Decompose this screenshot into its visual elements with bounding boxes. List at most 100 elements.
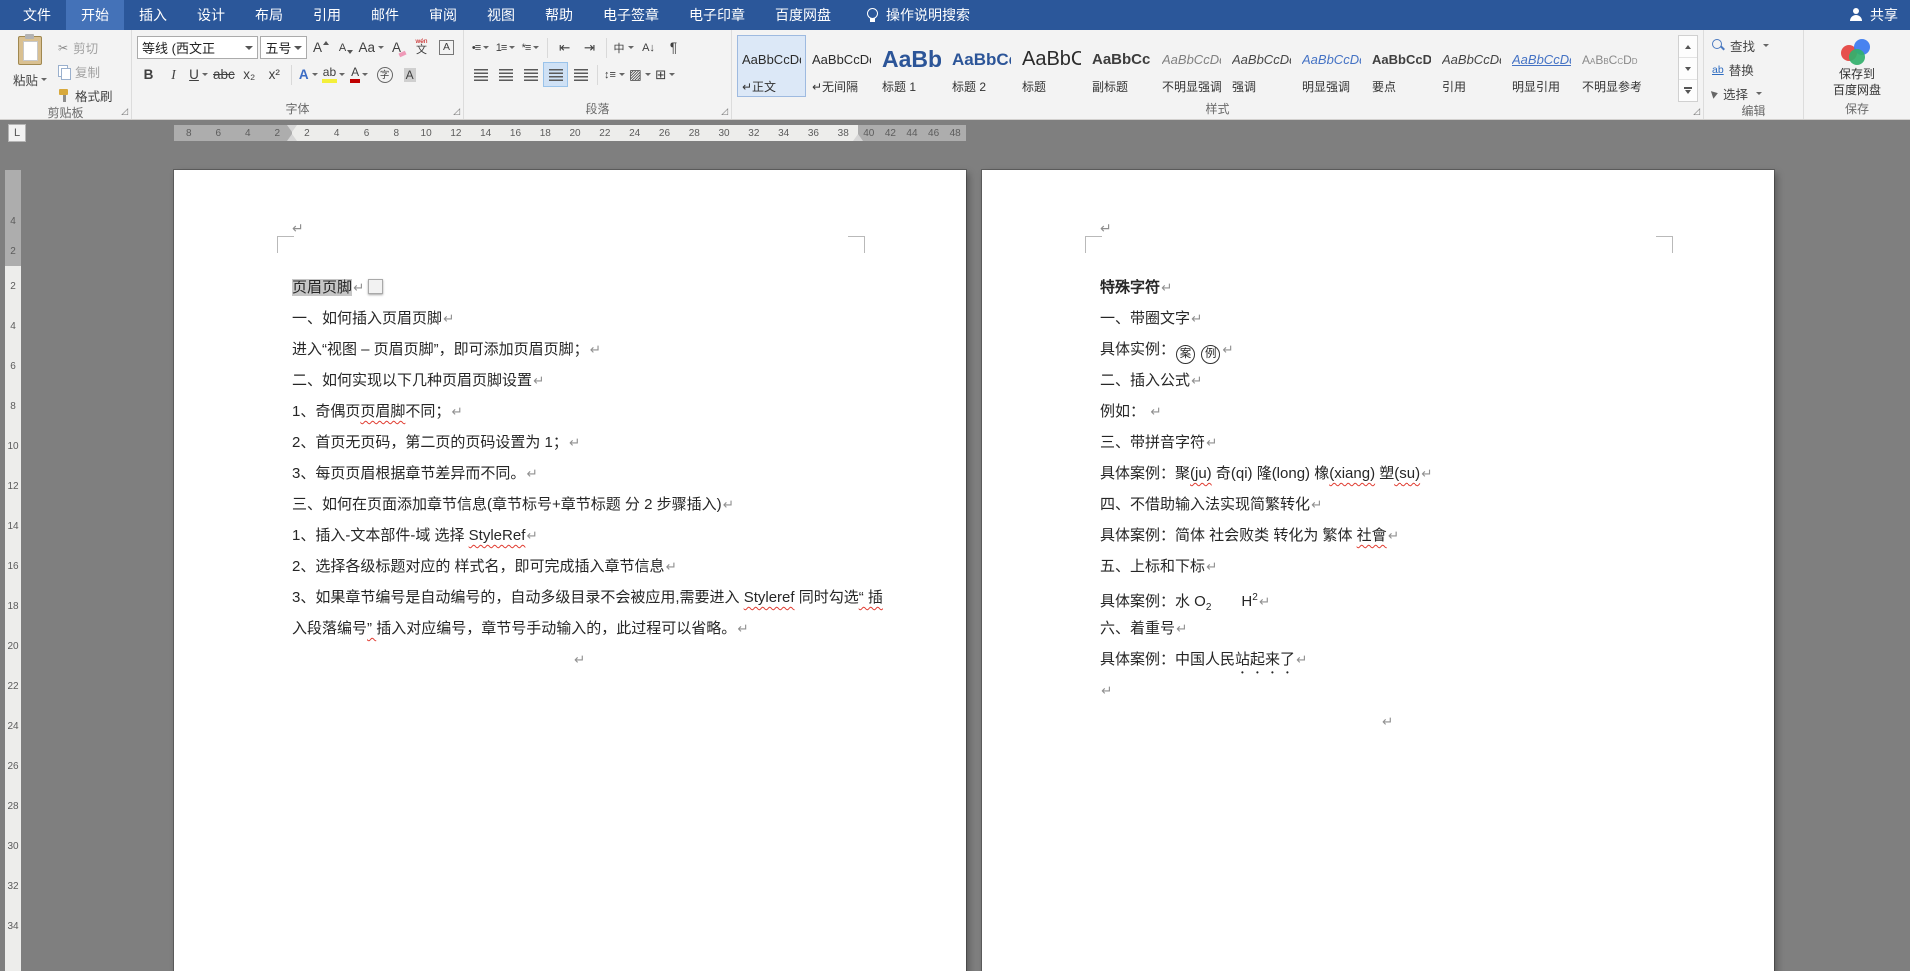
strikethrough-button[interactable]: abc (212, 63, 236, 86)
shrink-font-button[interactable]: A (334, 36, 357, 59)
doc-line[interactable]: 1、奇偶页页眉脚不同；↵ (292, 396, 866, 427)
gallery-scroll-up-button[interactable] (1679, 36, 1697, 58)
grow-font-button[interactable]: A (309, 36, 332, 59)
tab-stop-selector[interactable]: L (8, 124, 26, 142)
horizontal-ruler[interactable]: 8642 2468101214161820222426283032343638 … (174, 125, 966, 141)
ribbon-tab-5[interactable]: 布局 (240, 0, 298, 30)
styles-dialog-launcher[interactable]: ◿ (1693, 107, 1700, 116)
enclose-characters-button[interactable]: 字 (373, 63, 396, 86)
hanging-indent-marker[interactable] (287, 134, 297, 141)
doc-line[interactable]: 3、每页页眉根据章节差异而不同。↵ (292, 458, 866, 489)
doc-line[interactable]: 特殊字符↵ (1100, 272, 1674, 303)
doc-line[interactable]: 1、插入-文本部件-域 选择 StyleRef↵ (292, 520, 866, 551)
justify-button[interactable] (544, 63, 567, 86)
paragraph-dialog-launcher[interactable]: ◿ (721, 107, 728, 116)
replace-button[interactable]: ab替换 (1709, 59, 1798, 80)
doc-line[interactable]: 三、如何在页面添加章节信息(章节标号+章节标题 分 2 步骤插入)↵ (292, 489, 866, 520)
ribbon-tab-4[interactable]: 设计 (182, 0, 240, 30)
doc-line[interactable]: 具体案例：中国人民站起来了↵ (1100, 644, 1674, 675)
font-dialog-launcher[interactable]: ◿ (453, 107, 460, 116)
text-effects-button[interactable]: A (297, 63, 320, 86)
format-painter-button[interactable]: 格式刷 (55, 85, 116, 106)
page-2[interactable]: ↵ 特殊字符↵一、带圈文字↵具体实例：案 例↵二、插入公式↵例如： ↵三、带拼音… (982, 170, 1774, 971)
ribbon-tab-8[interactable]: 审阅 (414, 0, 472, 30)
doc-line[interactable]: ↵ (1100, 706, 1674, 737)
style-tile-subtitle[interactable]: AaBbCcDd副标题 (1087, 35, 1156, 97)
doc-line[interactable]: 六、着重号↵ (1100, 613, 1674, 644)
doc-line[interactable]: 具体案例：简体 社会败类 转化为 繁体 社會↵ (1100, 520, 1674, 551)
underline-button[interactable]: U (187, 63, 210, 86)
style-tile-h2[interactable]: AaBbCcDd标题 2 (947, 35, 1016, 97)
style-tile-em[interactable]: AaBbCcDd强调 (1227, 35, 1296, 97)
clear-formatting-button[interactable]: A (385, 36, 408, 59)
tell-me-search[interactable]: 操作说明搜索 (866, 0, 970, 30)
doc-line[interactable]: 一、如何插入页眉页脚↵ (292, 303, 866, 334)
first-line-indent-marker[interactable] (287, 125, 297, 132)
asian-layout-button[interactable]: 中 (612, 36, 635, 59)
doc-line[interactable]: 具体案例：聚(ju) 奇(qi) 隆(long) 橡(xiang) 塑(su)↵ (1100, 458, 1674, 489)
style-tile-strong[interactable]: AaBbCcDd要点 (1367, 35, 1436, 97)
save-to-baidu-button[interactable]: 保存到 百度网盘 (1809, 34, 1905, 102)
doc-line[interactable]: 2、首页无页码，第二页的页码设置为 1；↵ (292, 427, 866, 458)
ribbon-tab-12[interactable]: 电子印章 (674, 0, 760, 30)
character-shading-button[interactable]: A (398, 63, 421, 86)
style-tile-h1[interactable]: AaBbCcDd标题 1 (877, 35, 946, 97)
doc-line[interactable]: 2、选择各级标题对应的 样式名，即可完成插入章节信息↵ (292, 551, 866, 582)
shading-button[interactable]: ▨ (628, 63, 652, 86)
distribute-button[interactable] (569, 63, 592, 86)
style-tile-quote-intense[interactable]: AaBbCcDd明显引用 (1507, 35, 1576, 97)
ribbon-tab-7[interactable]: 邮件 (356, 0, 414, 30)
doc-line[interactable]: 四、不借助输入法实现简繁转化↵ (1100, 489, 1674, 520)
right-indent-marker[interactable] (853, 134, 863, 141)
doc-line[interactable]: ↵ (1100, 675, 1674, 706)
subscript-button[interactable]: x₂ (238, 63, 261, 86)
increase-indent-button[interactable]: ⇥ (578, 36, 601, 59)
gallery-more-button[interactable] (1679, 80, 1697, 101)
ribbon-tab-11[interactable]: 电子签章 (588, 0, 674, 30)
change-case-button[interactable]: Aa (359, 36, 383, 59)
font-name-combo[interactable]: 等线 (西文正 (137, 36, 258, 59)
ribbon-tab-6[interactable]: 引用 (298, 0, 356, 30)
doc-line[interactable]: 具体案例：水 O2 H2↵ (1100, 582, 1674, 613)
line-spacing-button[interactable]: ↕≡ (603, 63, 626, 86)
doc-line[interactable]: ↵ (292, 644, 866, 675)
ribbon-tab-10[interactable]: 帮助 (530, 0, 588, 30)
doc-line[interactable]: 二、如何实现以下几种页眉页脚设置↵ (292, 365, 866, 396)
cut-button[interactable]: ✂剪切 (55, 37, 116, 58)
style-tile-title[interactable]: AaBbCcDd标题 (1017, 35, 1086, 97)
multilevel-list-button[interactable]: *≡ (519, 36, 542, 59)
doc-line[interactable]: 入段落编号” 插入对应编号，章节号手动输入的，此过程可以省略。↵ (292, 613, 866, 644)
doc-line[interactable]: 具体实例：案 例↵ (1100, 334, 1674, 365)
style-tile-em-subtle[interactable]: AaBbCcDd不明显强调 (1157, 35, 1226, 97)
font-size-combo[interactable]: 五号 (260, 36, 307, 59)
highlight-color-button[interactable]: ab (322, 63, 346, 86)
doc-line[interactable]: 二、插入公式↵ (1100, 365, 1674, 396)
doc-line[interactable]: 进入“视图 – 页眉页脚”，即可添加页眉页脚；↵ (292, 334, 866, 365)
style-tile-quote[interactable]: AaBbCcDd引用 (1437, 35, 1506, 97)
style-tile-ref[interactable]: AaBbCcDd不明显参考 (1577, 35, 1646, 97)
decrease-indent-button[interactable]: ⇤ (553, 36, 576, 59)
doc-line[interactable]: 一、带圈文字↵ (1100, 303, 1674, 334)
find-button[interactable]: 查找 (1709, 35, 1798, 56)
style-tile-body[interactable]: AaBbCcDd↵正文 (737, 35, 806, 97)
vertical-ruler[interactable]: 42 246810121416182022242628303234 (5, 170, 21, 971)
bullets-button[interactable]: •≡ (469, 36, 492, 59)
copy-button[interactable]: 复制 (55, 61, 116, 82)
paste-button[interactable]: 粘贴 (5, 34, 55, 106)
numbering-button[interactable]: 1≡ (494, 36, 517, 59)
ribbon-tab-9[interactable]: 视图 (472, 0, 530, 30)
borders-button[interactable]: ⊞ (654, 63, 677, 86)
doc-line[interactable]: 3、如果章节编号是自动编号的，自动多级目录不会被应用,需要进入 Styleref… (292, 582, 866, 613)
ribbon-tab-2[interactable]: 开始 (66, 0, 124, 30)
sort-button[interactable]: A↓ (637, 36, 660, 59)
doc-line[interactable]: 三、带拼音字符↵ (1100, 427, 1674, 458)
align-center-button[interactable] (494, 63, 517, 86)
align-right-button[interactable] (519, 63, 542, 86)
style-tile-em-intense[interactable]: AaBbCcDd明显强调 (1297, 35, 1366, 97)
align-left-button[interactable] (469, 63, 492, 86)
doc-line[interactable]: 例如： ↵ (1100, 396, 1674, 427)
ribbon-tab-1[interactable]: 文件 (8, 0, 66, 30)
phonetic-guide-button[interactable]: wén文 (410, 36, 433, 59)
ribbon-tab-3[interactable]: 插入 (124, 0, 182, 30)
superscript-button[interactable]: x² (263, 63, 286, 86)
